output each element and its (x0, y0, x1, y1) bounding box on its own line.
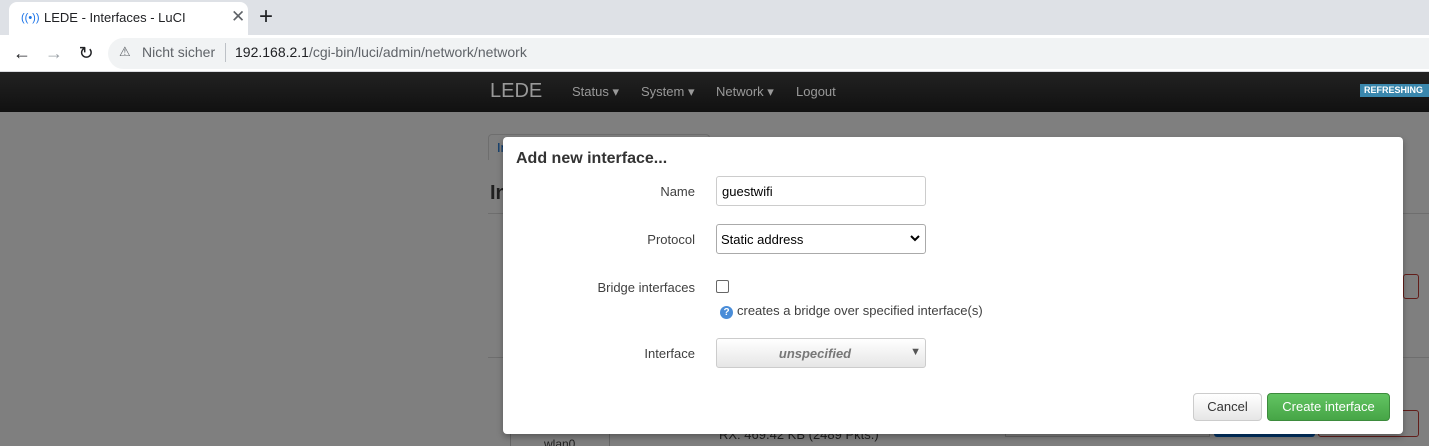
refreshing-badge[interactable]: REFRESHING (1360, 84, 1429, 97)
chevron-down-icon (909, 229, 921, 252)
security-label[interactable]: Nicht sicher (142, 44, 215, 60)
interface-label: Interface (644, 346, 695, 361)
menu-item-logout[interactable]: Logout (796, 84, 836, 99)
interface-value: unspecified (778, 346, 852, 361)
page-content: LEDE Status ▾ System ▾ Network ▾ Logout … (0, 72, 1429, 446)
luci-navbar: LEDE Status ▾ System ▾ Network ▾ Logout … (0, 72, 1429, 112)
url-path: /cgi-bin/luci/admin/network/network (308, 44, 527, 60)
create-interface-button[interactable]: Create interface (1267, 393, 1390, 421)
modal-title: Add new interface... (516, 150, 668, 167)
url-host: 192.168.2.1 (235, 44, 309, 60)
interface-dropdown[interactable]: unspecified ▼ (716, 338, 926, 368)
bridge-checkbox[interactable] (716, 280, 729, 293)
name-label: Name (660, 184, 695, 199)
help-icon: ? (720, 306, 733, 319)
protocol-label: Protocol (647, 232, 695, 247)
reload-icon[interactable]: ↻ (74, 41, 98, 65)
browser-tabstrip: ((•)) LEDE - Interfaces - LuCI ✕ + (0, 0, 1429, 35)
address-bar[interactable]: ⚠ Nicht sicher 192.168.2.1/cgi-bin/luci/… (108, 38, 1429, 69)
menu-item-label: System (641, 84, 685, 99)
new-tab-button[interactable]: + (259, 3, 273, 31)
address-separator (225, 43, 226, 62)
name-input[interactable] (716, 176, 926, 206)
menu-item-network[interactable]: Network ▾ (716, 84, 774, 100)
cancel-button[interactable]: Cancel (1193, 393, 1262, 421)
browser-toolbar: ← → ↻ ⚠ Nicht sicher 192.168.2.1/cgi-bin… (0, 35, 1429, 72)
menu-item-status[interactable]: Status ▾ (572, 84, 619, 100)
url-text[interactable]: 192.168.2.1/cgi-bin/luci/admin/network/n… (235, 44, 527, 60)
close-icon[interactable]: ✕ (231, 8, 245, 26)
forward-arrow-icon[interactable]: → (42, 41, 66, 65)
menu-item-system[interactable]: System ▾ (641, 84, 694, 100)
add-interface-modal: Add new interface... Name Protocol Stati… (503, 137, 1403, 434)
menu-item-label: Network (716, 84, 764, 99)
triangle-down-icon: ▼ (910, 346, 921, 358)
wifi-signal-icon: ((•)) (21, 12, 40, 24)
back-arrow-icon[interactable]: ← (10, 41, 34, 65)
bridge-help-text: creates a bridge over specified interfac… (737, 303, 983, 318)
brand-logo[interactable]: LEDE (490, 80, 542, 103)
warning-icon[interactable]: ⚠ (119, 44, 131, 60)
browser-tab[interactable]: ((•)) LEDE - Interfaces - LuCI ✕ (9, 2, 248, 35)
protocol-value: Static address (721, 232, 804, 247)
bridge-label: Bridge interfaces (597, 280, 695, 295)
protocol-select[interactable]: Static address (716, 224, 926, 254)
tab-title: LEDE - Interfaces - LuCI (44, 10, 186, 25)
menu-item-label: Status (572, 84, 609, 99)
